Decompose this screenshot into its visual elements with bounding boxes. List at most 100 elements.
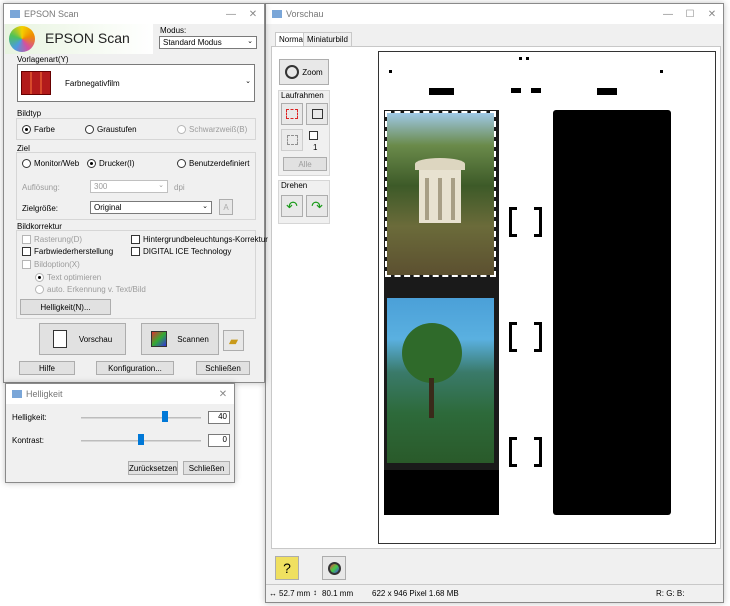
text-opt-radio[interactable] — [35, 273, 44, 282]
modus-select[interactable]: Standard Modus ⌄ — [159, 36, 257, 49]
graustufen-radio[interactable] — [85, 125, 94, 134]
rotate-left-icon[interactable]: ↶ — [281, 195, 303, 217]
helligkeit-titlebar: Helligkeit ✕ — [6, 384, 234, 404]
logo-swirl-icon — [9, 26, 35, 52]
farbe-radio[interactable] — [22, 125, 31, 134]
laufrahmen-label: Laufrahmen — [281, 91, 324, 100]
frame-copy-icon[interactable] — [306, 103, 328, 125]
helligkeit-value-field[interactable]: 40 — [208, 411, 230, 424]
kontrast-slider-thumb[interactable] — [138, 434, 144, 445]
status-pixels: 622 x 946 Pixel 1.68 MB — [372, 589, 459, 598]
chevron-down-icon: ⌄ — [247, 38, 253, 45]
farbe-label: Farbe — [34, 125, 55, 134]
vorschau-button[interactable]: Vorschau — [39, 323, 126, 355]
rotate-right-icon[interactable]: ↷ — [306, 195, 328, 217]
minimize-button[interactable]: — — [220, 9, 242, 20]
status-bar: ↔ 52.7 mm ↕ 80.1 mm 622 x 946 Pixel 1.68… — [266, 584, 723, 602]
hilfe-button[interactable]: Hilfe — [19, 361, 75, 375]
maximize-button[interactable]: ☐ — [679, 9, 701, 20]
drucker-radio[interactable] — [87, 159, 96, 168]
bildoption-label: Bildoption(X) — [34, 260, 80, 269]
ziel-group: Monitor/Web Drucker(I) Benutzerdefiniert… — [16, 152, 256, 220]
schwarzweiss-radio[interactable] — [177, 125, 186, 134]
helligkeit-slider[interactable] — [81, 417, 201, 419]
digital-ice-label: DIGITAL ICE Technology — [143, 247, 232, 256]
tab-miniaturbild[interactable]: Miniaturbild — [303, 32, 352, 46]
frame-select-icon[interactable] — [281, 129, 303, 151]
zoom-button[interactable]: Zoom — [279, 59, 329, 85]
reset-button[interactable]: Zurücksetzen — [128, 461, 178, 475]
vorlagenart-label: Vorlagenart(Y) — [17, 55, 69, 64]
monitor-radio[interactable] — [22, 159, 31, 168]
close-button[interactable]: ✕ — [701, 9, 723, 20]
auto-erk-label: auto. Erkennung v. Text/Bild — [47, 285, 146, 294]
status-width: 52.7 mm — [279, 589, 311, 598]
logo-text: EPSON Scan — [45, 30, 130, 46]
epson-scan-window: EPSON Scan — ✕ EPSON Scan Modus: Standar… — [3, 3, 268, 383]
target-size-icon[interactable]: A — [219, 199, 233, 215]
kontrast-slider-label: Kontrast: — [12, 436, 45, 445]
close-button[interactable]: ✕ — [212, 389, 234, 400]
benutzer-label: Benutzerdefiniert — [189, 159, 250, 168]
film-icon — [21, 71, 51, 95]
hintergrund-checkbox[interactable] — [131, 235, 140, 244]
zielgroesse-select[interactable]: Original ⌄ — [90, 201, 212, 214]
kontrast-value-field[interactable]: 0 — [208, 434, 230, 447]
helligkeit-close-button[interactable]: Schließen — [183, 461, 230, 475]
magnifier-icon — [285, 65, 300, 79]
preview-titlebar: Vorschau — ☐ ✕ — [266, 4, 723, 24]
height-icon: ↕ — [313, 588, 317, 597]
minimize-button[interactable]: — — [657, 9, 679, 20]
close-button[interactable]: ✕ — [242, 9, 264, 20]
aufloesung-select[interactable]: 300 ⌄ — [90, 180, 168, 193]
epson-app-icon — [10, 10, 20, 18]
preview-window: Vorschau — ☐ ✕ Normal Miniaturbild Zoom … — [265, 3, 724, 603]
auto-erk-radio[interactable] — [35, 285, 44, 294]
graustufen-label: Graustufen — [97, 125, 137, 134]
bildtyp-label: Bildtyp — [17, 109, 42, 118]
help-icon[interactable]: ? — [275, 556, 299, 580]
farbwieder-checkbox[interactable] — [22, 247, 31, 256]
scannen-button[interactable]: Scannen — [141, 323, 219, 355]
bildoption-checkbox[interactable] — [22, 260, 31, 269]
status-rgb: R: G: B: — [656, 589, 685, 598]
alle-button[interactable]: Alle — [283, 157, 327, 171]
scannen-label: Scannen — [177, 334, 209, 344]
aufloesung-value: 300 — [94, 182, 108, 191]
helligkeit-window: Helligkeit ✕ Helligkeit: 40 Kontrast: 0 … — [5, 383, 235, 483]
laufrahmen-group: Laufrahmen 1 Alle — [278, 90, 330, 176]
status-height: 80.1 mm — [322, 589, 354, 598]
vorlagenart-value: Farbnegativfilm — [65, 78, 120, 88]
epson-title: EPSON Scan — [24, 9, 79, 19]
film-strip-left — [384, 110, 499, 515]
tree-image — [402, 323, 462, 383]
folder-icon[interactable]: ▰ — [223, 330, 244, 351]
benutzer-radio[interactable] — [177, 159, 186, 168]
zielgroesse-label: Zielgröße: — [22, 204, 59, 213]
rasterung-label: Rasterung(D) — [34, 235, 83, 244]
helligkeit-slider-thumb[interactable] — [162, 411, 168, 422]
film-frame-1[interactable] — [385, 111, 496, 277]
helligkeit-slider-label: Helligkeit: — [12, 413, 47, 422]
film-strip-right — [553, 110, 671, 515]
vorlagenart-select[interactable]: Farbnegativfilm ⌄ — [17, 64, 255, 102]
schwarzweiss-label: Schwarzweiß(B) — [189, 125, 248, 134]
rasterung-checkbox[interactable] — [22, 235, 31, 244]
frame-checkbox[interactable] — [309, 131, 318, 140]
color-zoom-icon[interactable] — [322, 556, 346, 580]
helligkeit-app-icon — [12, 390, 22, 398]
digital-ice-checkbox[interactable] — [131, 247, 140, 256]
chevron-down-icon: ⌄ — [202, 203, 208, 210]
schliessen-button[interactable]: Schließen — [196, 361, 250, 375]
preview-icon — [52, 330, 67, 348]
chevron-down-icon: ⌄ — [158, 182, 164, 189]
frame-delete-icon[interactable] — [281, 103, 303, 125]
konfiguration-button[interactable]: Konfiguration... — [96, 361, 174, 375]
drehen-label: Drehen — [281, 181, 308, 190]
preview-app-icon — [272, 10, 282, 18]
pavilion-image — [415, 158, 465, 223]
helligkeit-button[interactable]: Helligkeit(N)... — [20, 299, 111, 315]
film-frame-2[interactable] — [387, 298, 494, 463]
text-opt-label: Text optimieren — [47, 273, 102, 282]
epson-titlebar: EPSON Scan — ✕ — [4, 4, 264, 24]
